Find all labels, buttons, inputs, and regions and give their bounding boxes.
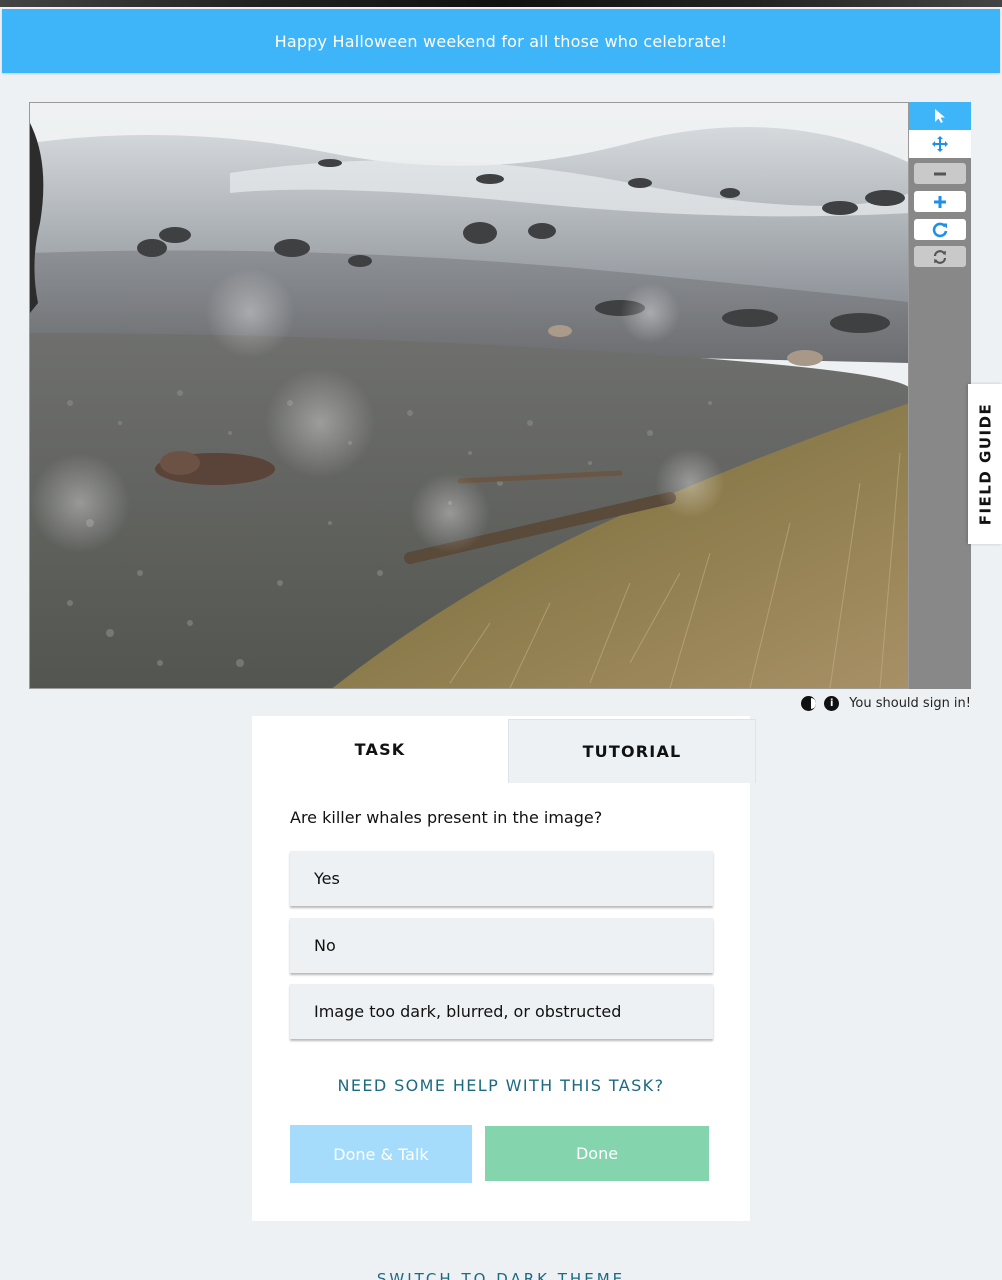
subject-image[interactable] [29, 102, 909, 689]
subject-meta-row: i You should sign in! [801, 692, 971, 714]
task-help-link[interactable]: NEED SOME HELP WITH THIS TASK? [252, 1076, 750, 1095]
plus-icon [934, 195, 946, 208]
info-icon[interactable]: i [824, 695, 840, 711]
signin-prompt: You should sign in! [849, 695, 971, 711]
answer-obstructed-button[interactable]: Image too dark, blurred, or obstructed [290, 984, 713, 1039]
field-guide-tab[interactable]: FIELD GUIDE [968, 384, 1002, 544]
tab-task[interactable]: TASK [252, 716, 508, 783]
rotate-button[interactable] [914, 219, 966, 240]
subject-photo [30, 103, 908, 688]
tab-tutorial[interactable]: TUTORIAL [508, 719, 756, 783]
top-strip [0, 0, 1002, 7]
contrast-icon[interactable] [801, 695, 817, 711]
answer-yes-button[interactable]: Yes [290, 851, 713, 906]
announcement-text: Happy Halloween weekend for all those wh… [274, 31, 728, 51]
pointer-icon [935, 109, 945, 123]
minus-icon [934, 172, 946, 175]
answer-no-button[interactable]: No [290, 918, 713, 973]
done-button[interactable]: Done [485, 1126, 709, 1181]
answer-label: Image too dark, blurred, or obstructed [314, 1002, 622, 1021]
zoom-in-button[interactable] [914, 191, 966, 212]
answer-label: No [314, 936, 336, 955]
done-and-talk-button[interactable]: Done & Talk [290, 1125, 472, 1183]
field-guide-label: FIELD GUIDE [976, 402, 995, 526]
move-tool-button[interactable] [909, 130, 971, 158]
answer-label: Yes [314, 869, 340, 888]
task-question: Are killer whales present in the image? [290, 808, 603, 827]
rotate-icon [932, 222, 948, 237]
move-arrows-icon [932, 136, 948, 152]
viewer-toolbar [909, 102, 971, 689]
announcement-banner: Happy Halloween weekend for all those wh… [2, 9, 1000, 73]
reset-view-button[interactable] [914, 246, 966, 267]
task-panel: TASK TUTORIAL Are killer whales present … [252, 716, 756, 1221]
annotate-tool-button[interactable] [909, 102, 971, 130]
zoom-out-button[interactable] [914, 163, 966, 184]
switch-theme-link[interactable]: SWITCH TO DARK THEME [0, 1270, 1002, 1280]
refresh-icon [933, 249, 947, 264]
